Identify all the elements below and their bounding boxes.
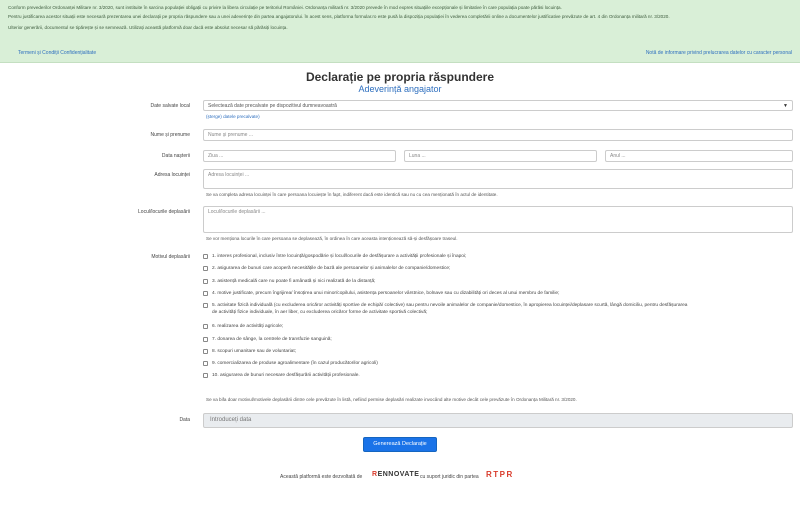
checkbox[interactable] (203, 361, 208, 366)
birth-date-label: Data nașterii (161, 153, 190, 159)
places-hint: Se vor menționa locurile în care persoan… (206, 236, 458, 241)
reason-option-8-label: 8. scopuri umanitare sau de voluntariat; (212, 349, 296, 354)
info-banner: Conform prevederilor Ordonanței Militare… (0, 0, 800, 63)
checkbox[interactable] (203, 303, 208, 308)
checkbox[interactable] (203, 279, 208, 284)
reason-option-7-label: 7. donarea de sânge, la centrele de tran… (212, 337, 332, 342)
birth-day-input[interactable]: Ziua ... (203, 150, 396, 162)
date-input[interactable]: Introduceți data (203, 413, 793, 428)
page-title: Declarație pe propria răspundere (305, 70, 495, 84)
name-label: Nume și prenume (150, 132, 190, 138)
reason-option-6-label: 6. realizarea de activități agricole; (212, 324, 284, 329)
rennovate-logo-rest: ENNOVATE (377, 471, 420, 478)
address-label: Adresa locuinței (154, 172, 190, 178)
terms-privacy-links[interactable]: Termeni și Condiții Confidențialitate (18, 50, 96, 56)
address-textarea[interactable]: Adresa locuinței ... (203, 169, 793, 189)
checkbox[interactable] (203, 373, 208, 378)
delete-saved-data-link[interactable]: (șterge) datele precalvate) (206, 114, 260, 119)
reason-option-9-label: 9. comercializarea de produse agroalimen… (212, 361, 378, 366)
birth-month-input[interactable]: Luna ... (404, 150, 597, 162)
banner-text-line-1: Conform prevederilor Ordonanței Militare… (8, 5, 562, 10)
generate-declaration-button[interactable]: Generează Declarație (363, 437, 437, 452)
reasons-hint: Se va bifa doar motivul/motivele deplasă… (206, 397, 577, 402)
name-input[interactable]: Nume și prenume ... (203, 129, 793, 141)
reason-option-10-label: 10. asigurarea de bunuri necesare desfăș… (212, 373, 360, 378)
reasons-label: Motivul deplasării (151, 254, 190, 260)
address-hint: Se va completa adresa locuinței în care … (206, 192, 498, 197)
checkbox[interactable] (203, 254, 208, 259)
reason-option-5-label: 5. activitate fizică individuală (cu exc… (212, 303, 688, 308)
reason-option-4-label: 4. motive justificate, precum îngrijirea… (212, 291, 560, 296)
footer-legal-support-text: cu suport juridic din partea (420, 474, 479, 480)
date-label: Data (179, 417, 190, 423)
birth-year-input[interactable]: Anul ... (605, 150, 793, 162)
employer-certificate-link[interactable]: Adeverință angajator (0, 84, 800, 94)
saved-data-select-value: Selectează date precalvate pe dispozitiv… (208, 103, 337, 109)
reason-option-3-label: 3. asistență medicală care nu poate fi a… (212, 279, 376, 284)
footer-developed-by-text: Această platformă este dezvoltată de (280, 474, 363, 480)
data-processing-notice-link[interactable]: Notă de informare privind prelucrarea da… (646, 50, 792, 56)
banner-text-line-3: Ulterior generării, documentul se tipăre… (8, 25, 288, 30)
checkbox[interactable] (203, 324, 208, 329)
chevron-down-icon: ▼ (783, 103, 788, 109)
rtpr-logo[interactable]: RTPR (486, 470, 514, 479)
places-label: Locul/locurile deplasării (138, 209, 190, 215)
reason-option-2-label: 2. asigurarea de bunuri care acoperă nec… (212, 266, 451, 271)
places-textarea[interactable]: Locul/locurile deplasării ... (203, 206, 793, 233)
reason-option-1-label: 1. interes profesional, inclusiv între l… (212, 254, 467, 259)
checkbox[interactable] (203, 266, 208, 271)
checkbox[interactable] (203, 291, 208, 296)
checkbox[interactable] (203, 337, 208, 342)
reason-option-5-label-line-2: de activități fizice individuale, în aer… (212, 310, 428, 315)
saved-data-select[interactable]: Selectează date precalvate pe dispozitiv… (203, 100, 793, 111)
banner-text-line-2: Pentru justificarea acestor situații est… (8, 14, 670, 19)
rennovate-logo[interactable]: RENNOVATE (372, 471, 419, 478)
checkbox[interactable] (203, 349, 208, 354)
saved-data-label: Date salvate local (150, 103, 190, 109)
